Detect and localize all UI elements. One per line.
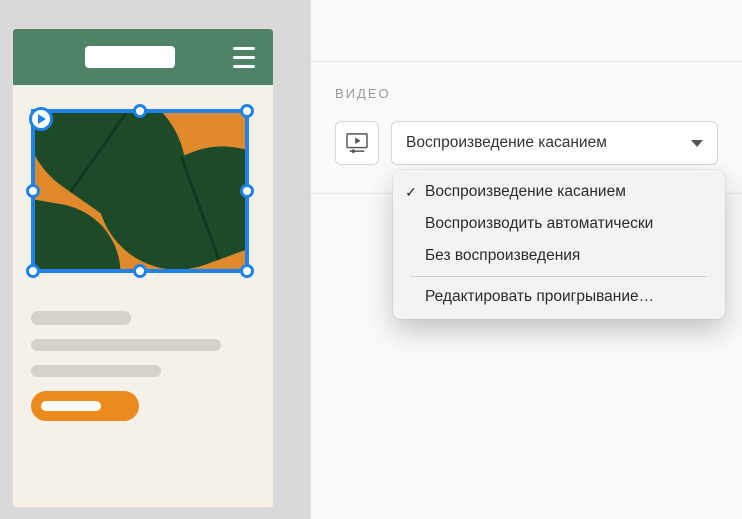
menu-item-edit-playback[interactable]: Редактировать проигрывание… <box>393 281 725 313</box>
section-title: ВИДЕО <box>335 86 718 101</box>
checkmark-icon: ✓ <box>403 184 419 201</box>
chevron-down-icon <box>691 140 703 147</box>
menu-item-label: Редактировать проигрывание… <box>425 288 654 306</box>
play-icon <box>29 107 53 131</box>
menu-item-label: Без воспроизведения <box>425 247 580 265</box>
resize-handle-bottom-right[interactable] <box>240 264 254 278</box>
menu-item-no-playback[interactable]: Без воспроизведения <box>393 240 725 272</box>
video-playback-icon-button[interactable] <box>335 121 379 165</box>
video-thumbnail <box>35 113 245 269</box>
preview-button-placeholder <box>31 391 139 421</box>
preview-canvas[interactable] <box>13 85 273 421</box>
menu-item-touch-play[interactable]: ✓ Воспроизведение касанием <box>393 176 725 208</box>
resize-handle-right[interactable] <box>240 184 254 198</box>
menu-item-autoplay[interactable]: Воспроизводить автоматически <box>393 208 725 240</box>
inspector-section-spacer <box>311 0 742 62</box>
device-preview <box>12 28 274 508</box>
resize-handle-top-right[interactable] <box>240 104 254 118</box>
preview-title-placeholder <box>85 46 175 68</box>
menu-separator <box>411 276 707 277</box>
menu-item-label: Воспроизводить автоматически <box>425 215 653 233</box>
resize-handle-left[interactable] <box>26 184 40 198</box>
resize-handle-top[interactable] <box>133 104 147 118</box>
hamburger-icon <box>233 47 255 68</box>
playback-mode-menu[interactable]: ✓ Воспроизведение касанием Воспроизводит… <box>393 170 725 319</box>
preview-text-placeholder <box>31 311 255 377</box>
dropdown-selected-label: Воспроизведение касанием <box>406 134 607 152</box>
inspector-panel: ВИДЕО Воспроизведение касанием ✓ Воспрои… <box>310 0 742 519</box>
menu-item-label: Воспроизведение касанием <box>425 183 626 201</box>
selected-video-element[interactable] <box>31 109 249 273</box>
resize-handle-bottom-left[interactable] <box>26 264 40 278</box>
preview-header <box>13 29 273 85</box>
video-playback-icon <box>346 133 368 153</box>
playback-mode-dropdown[interactable]: Воспроизведение касанием <box>391 121 718 165</box>
resize-handle-bottom[interactable] <box>133 264 147 278</box>
